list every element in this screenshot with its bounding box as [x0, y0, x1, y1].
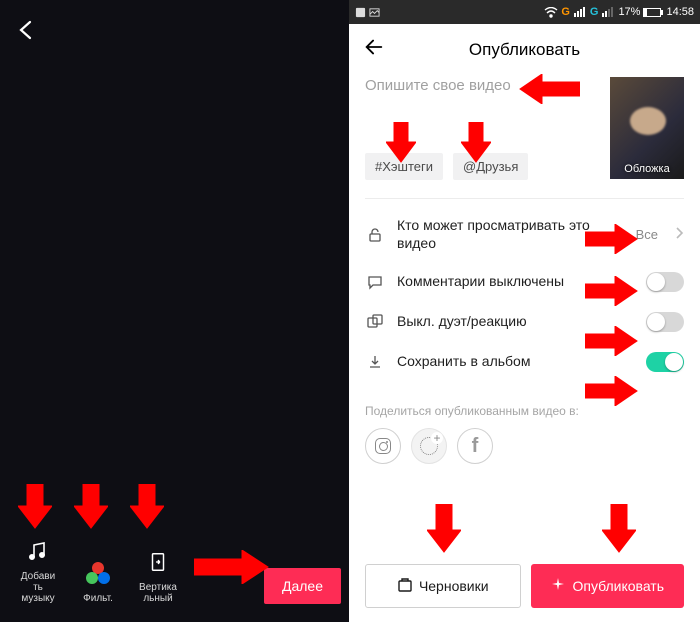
network-g-icon: G — [590, 6, 599, 18]
lock-icon — [365, 227, 385, 243]
drafts-icon — [397, 577, 413, 596]
download-icon — [365, 354, 385, 370]
edit-screen: Добави ть музыку Фильт. Вертика льный Да… — [0, 0, 349, 622]
page-title: Опубликовать — [385, 40, 664, 60]
cover-button[interactable]: Обложка — [610, 77, 684, 179]
sim-icon — [355, 7, 366, 18]
tool-label: Добави ть музыку — [21, 571, 55, 604]
row-label: Сохранить в альбом — [397, 353, 634, 371]
privacy-value: Все — [636, 227, 658, 242]
save-row: Сохранить в альбом — [365, 342, 684, 382]
back-icon[interactable] — [14, 29, 38, 46]
bottom-actions: Черновики Опубликовать — [365, 564, 684, 608]
duet-toggle[interactable] — [646, 312, 684, 332]
filter-icon — [84, 559, 112, 587]
publish-button[interactable]: Опубликовать — [531, 564, 685, 608]
description-input[interactable]: Опишите свое видео — [365, 77, 598, 147]
friends-button[interactable]: @Друзья — [453, 153, 528, 180]
share-facebook-button[interactable]: f — [457, 428, 493, 464]
comments-toggle[interactable] — [646, 272, 684, 292]
battery-percent: 17% — [618, 6, 640, 18]
row-label: Выкл. дуэт/реакцию — [397, 313, 634, 331]
hashtags-button[interactable]: #Хэштеги — [365, 153, 443, 180]
wifi-icon — [544, 7, 558, 18]
row-label: Комментарии выключены — [397, 273, 634, 291]
button-label: Черновики — [419, 578, 489, 594]
add-music-button[interactable]: Добави ть музыку — [8, 537, 68, 604]
back-icon[interactable] — [363, 36, 385, 63]
share-story-button[interactable] — [411, 428, 447, 464]
row-label: Кто может просматривать это видео — [397, 217, 624, 252]
music-icon — [24, 537, 52, 565]
publish-screen: G G 17% 14:58 Опубликовать Опишите свое … — [349, 0, 700, 622]
duet-row: Выкл. дуэт/реакцию — [365, 302, 684, 342]
privacy-row[interactable]: Кто может просматривать это видео Все — [365, 207, 684, 262]
share-label: Поделиться опубликованным видео в: — [365, 404, 684, 418]
facebook-icon: f — [472, 435, 479, 458]
battery-icon — [643, 8, 663, 17]
vertical-button[interactable]: Вертика льный — [128, 548, 188, 604]
comment-icon — [365, 274, 385, 290]
comments-row: Комментарии выключены — [365, 262, 684, 302]
clock: 14:58 — [666, 6, 694, 18]
publish-header: Опубликовать — [349, 24, 700, 71]
signal-icon — [602, 7, 613, 17]
cover-label: Обложка — [610, 163, 684, 175]
publish-settings: Кто может просматривать это видео Все Ко… — [349, 203, 700, 390]
status-bar — [0, 0, 349, 8]
tool-label: Фильт. — [83, 593, 113, 604]
story-plus-icon — [420, 437, 438, 455]
image-icon — [369, 7, 380, 18]
save-toggle[interactable] — [646, 352, 684, 372]
signal-icon — [574, 7, 585, 17]
button-label: Опубликовать — [572, 578, 664, 594]
duet-icon — [365, 314, 385, 330]
status-bar: G G 17% 14:58 — [349, 0, 700, 24]
chevron-right-icon — [674, 226, 684, 244]
filter-button[interactable]: Фильт. — [68, 559, 128, 604]
edit-toolbar: Добави ть музыку Фильт. Вертика льный Да… — [0, 537, 349, 604]
share-instagram-button[interactable] — [365, 428, 401, 464]
left-header — [0, 8, 349, 57]
next-button[interactable]: Далее — [264, 568, 341, 604]
share-section: Поделиться опубликованным видео в: f — [349, 390, 700, 474]
network-g-icon: G — [561, 6, 570, 18]
vertical-icon — [144, 548, 172, 576]
drafts-button[interactable]: Черновики — [365, 564, 521, 608]
compose-area: Опишите свое видео #Хэштеги @Друзья Обло… — [349, 71, 700, 194]
sparkle-icon — [550, 577, 566, 596]
instagram-icon — [375, 438, 391, 454]
tool-label: Вертика льный — [139, 582, 177, 604]
